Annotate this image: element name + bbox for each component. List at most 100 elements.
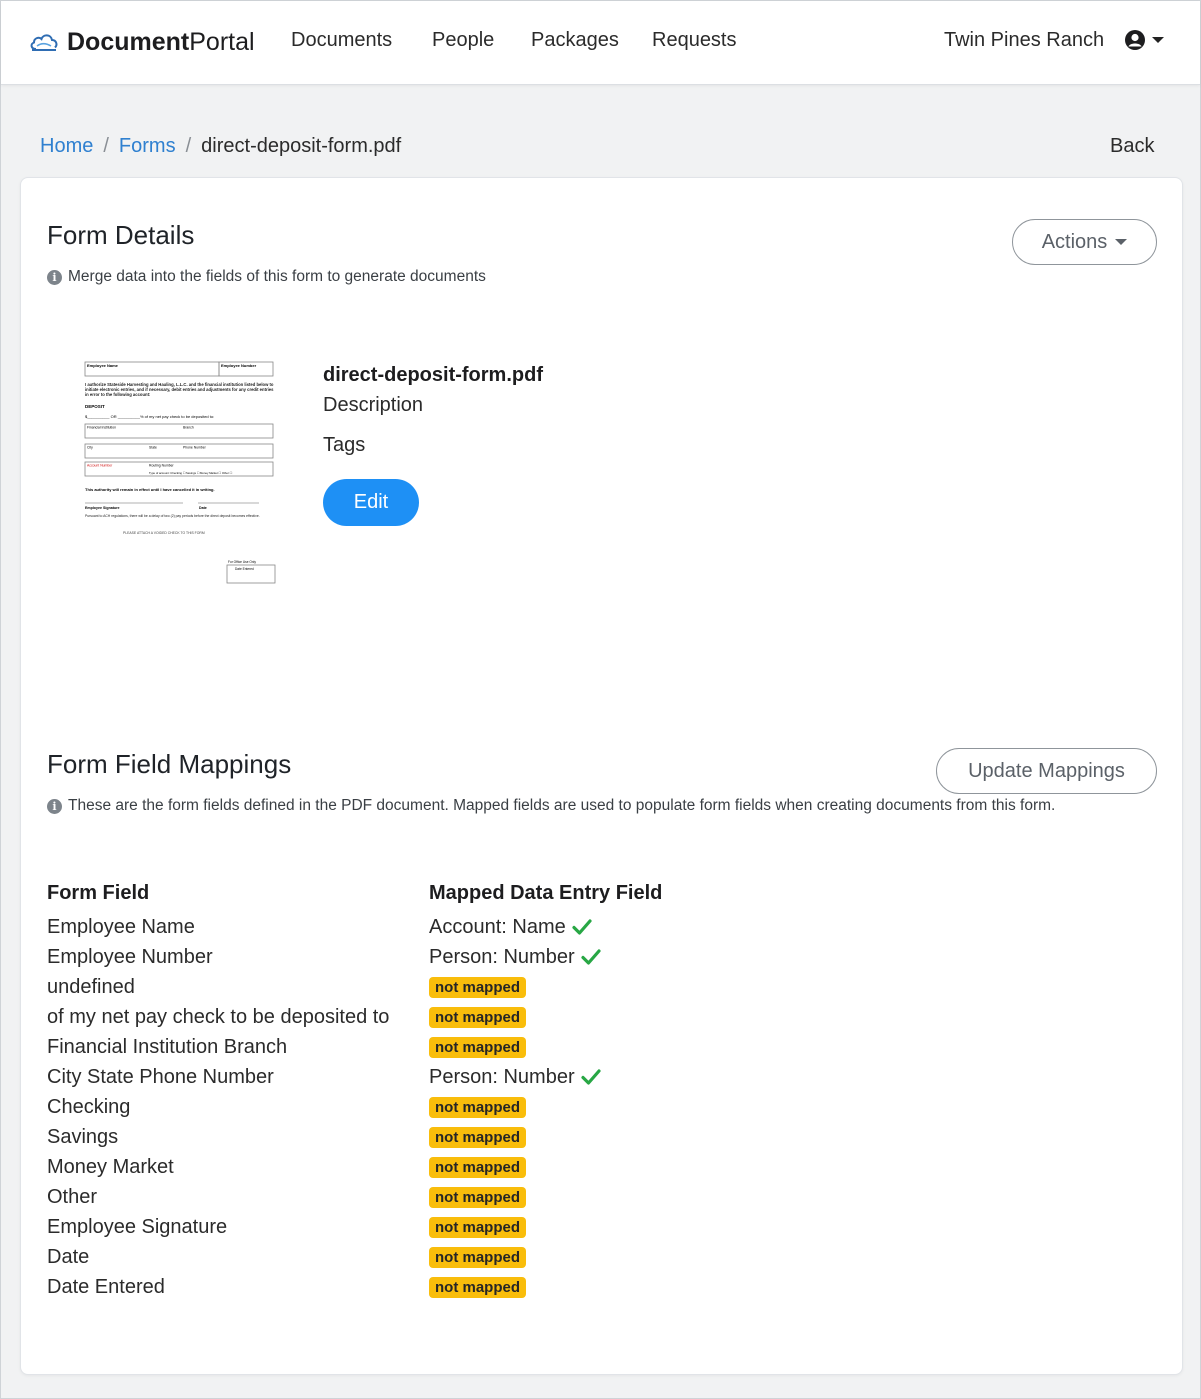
table-row: Date not mapped	[47, 1242, 747, 1272]
actions-dropdown-button[interactable]: Actions	[1012, 219, 1157, 265]
breadcrumb-current: direct-deposit-form.pdf	[201, 135, 402, 157]
form-field-name: of my net pay check to be deposited to	[47, 1006, 390, 1028]
breadcrumb-forms[interactable]: Forms	[119, 135, 176, 158]
mapped-field-cell: not mapped	[429, 1152, 747, 1182]
not-mapped-badge: not mapped	[429, 1247, 526, 1268]
form-field-name: Savings	[47, 1126, 119, 1148]
form-field-name: Date Entered	[47, 1276, 165, 1298]
table-row: Money Market not mapped	[47, 1152, 747, 1182]
mapped-field-cell: not mapped	[429, 972, 747, 1002]
not-mapped-badge: not mapped	[429, 1127, 526, 1148]
mapped-field-cell: Person: Number	[429, 1062, 747, 1092]
nav-packages[interactable]: Packages	[531, 29, 619, 52]
table-row: Employee Name Account: Name	[47, 912, 747, 942]
table-row: Other not mapped	[47, 1182, 747, 1212]
mapped-field-cell: not mapped	[429, 1092, 747, 1122]
update-mappings-button[interactable]: Update Mappings	[936, 748, 1157, 794]
brand-logo[interactable]: DocumentPortal	[29, 25, 255, 59]
thumb-branch: Branch	[183, 426, 194, 430]
nav-people[interactable]: People	[432, 29, 494, 52]
table-row: Employee Number Person: Number	[47, 942, 747, 972]
thumb-employee-number: Employee Number	[221, 363, 257, 368]
table-row: of my net pay check to be deposited to no…	[47, 1002, 747, 1032]
breadcrumb-separator: /	[103, 135, 109, 157]
form-field-name: Employee Signature	[47, 1216, 228, 1238]
form-details-info: i Merge data into the fields of this for…	[47, 268, 486, 286]
account-name[interactable]: Twin Pines Ranch	[944, 29, 1104, 52]
mappings-table-body: Employee Name Account: Name Employee Numbe…	[47, 912, 747, 1302]
thumb-office-use: For Office Use Only	[228, 560, 256, 564]
check-icon	[581, 1069, 601, 1085]
mappings-title: Form Field Mappings	[47, 749, 292, 779]
form-field-name: City State Phone Number	[47, 1066, 274, 1088]
form-field-name: Checking	[47, 1096, 131, 1118]
table-row: City State Phone Number Person: Number	[47, 1062, 747, 1092]
table-row: Date Entered not mapped	[47, 1272, 747, 1302]
mapped-field: Account: Name	[429, 912, 592, 942]
breadcrumb: Home / Forms / direct-deposit-form.pdf	[40, 135, 401, 158]
pdf-thumbnail[interactable]: Employee Name Employee Number I authoriz…	[83, 358, 279, 590]
top-navbar: DocumentPortal Documents People Packages…	[1, 1, 1200, 85]
thumb-deposit-line: $__________ OR __________% of my net pay…	[85, 414, 214, 419]
thumb-city: City	[87, 446, 93, 450]
mapped-field-cell: not mapped	[429, 1242, 747, 1272]
mappings-table: Form Field Mapped Data Entry Field Emplo…	[47, 882, 747, 1302]
thumb-employee-name: Employee Name	[87, 363, 119, 368]
form-field-name: Money Market	[47, 1156, 174, 1178]
mapped-field-label: Person: Number	[429, 1066, 575, 1088]
back-link[interactable]: Back	[1110, 135, 1154, 158]
form-field-name: Other	[47, 1186, 98, 1208]
cloud-icon	[30, 34, 58, 51]
not-mapped-badge: not mapped	[429, 977, 526, 998]
nav-documents[interactable]: Documents	[291, 29, 392, 52]
mapped-field: Person: Number	[429, 1062, 601, 1092]
thumb-authorize-text: I authorize Stateside Harvesting and Hau…	[85, 382, 274, 397]
mapped-field-cell: Account: Name	[429, 912, 747, 942]
mappings-info-text: These are the form fields defined in the…	[68, 797, 1056, 814]
form-details-title: Form Details	[47, 220, 195, 250]
thumb-attach-text: PLEASE ATTACH A VOIDED CHECK TO THIS FOR…	[123, 531, 205, 535]
form-field-name: Date	[47, 1246, 90, 1268]
mapped-field-cell: not mapped	[429, 1002, 747, 1032]
tags-label: Tags	[323, 434, 366, 456]
form-field-name: undefined	[47, 976, 135, 998]
file-name: direct-deposit-form.pdf	[323, 364, 543, 386]
user-menu-toggle[interactable]	[1124, 29, 1164, 51]
not-mapped-badge: not mapped	[429, 1097, 526, 1118]
mappings-info: i These are the form fields defined in t…	[47, 797, 1055, 815]
table-row: Checking not mapped	[47, 1092, 747, 1122]
thumb-account-number: Account Number	[87, 464, 113, 468]
mapped-field-cell: not mapped	[429, 1212, 747, 1242]
check-icon	[572, 919, 592, 935]
thumb-date: Date	[199, 506, 207, 510]
chevron-down-icon	[1115, 239, 1128, 245]
info-icon: i	[47, 798, 62, 814]
thumb-deposit: DEPOSIT	[85, 404, 105, 409]
form-details-card: Form Details i Merge data into the field…	[20, 177, 1183, 1375]
mapped-field-label: Account: Name	[429, 916, 566, 938]
brand-name-rest: Portal	[189, 27, 255, 56]
table-row: Financial Institution Branch not mapped	[47, 1032, 747, 1062]
mapped-field-cell: not mapped	[429, 1032, 747, 1062]
form-field-name: Financial Institution Branch	[47, 1036, 288, 1058]
not-mapped-badge: not mapped	[429, 1157, 526, 1178]
thumb-employee-signature: Employee Signature	[85, 506, 120, 510]
thumb-ach-text: Pursuant to ACH regulations, there will …	[85, 514, 260, 518]
chevron-down-icon	[1152, 37, 1164, 43]
edit-button[interactable]: Edit	[323, 479, 419, 526]
nav-requests[interactable]: Requests	[652, 29, 737, 52]
form-details-info-text: Merge data into the fields of this form …	[68, 268, 486, 285]
table-row: Savings not mapped	[47, 1122, 747, 1152]
thumb-authority-text: This authority will remain in effect unt…	[85, 487, 215, 492]
thumb-type-of-account: Type of account: Checking ☐ Savings ☐ Mo…	[149, 471, 233, 475]
col-form-field: Form Field	[47, 882, 150, 904]
not-mapped-badge: not mapped	[429, 1037, 526, 1058]
not-mapped-badge: not mapped	[429, 1217, 526, 1238]
mapped-field-cell: not mapped	[429, 1272, 747, 1302]
not-mapped-badge: not mapped	[429, 1187, 526, 1208]
thumb-date-entered: Date Entered	[235, 567, 254, 571]
thumb-state: State	[149, 446, 157, 450]
breadcrumb-home[interactable]: Home	[40, 135, 93, 158]
table-row: Employee Signature not mapped	[47, 1212, 747, 1242]
mapped-field-cell: Person: Number	[429, 942, 747, 972]
